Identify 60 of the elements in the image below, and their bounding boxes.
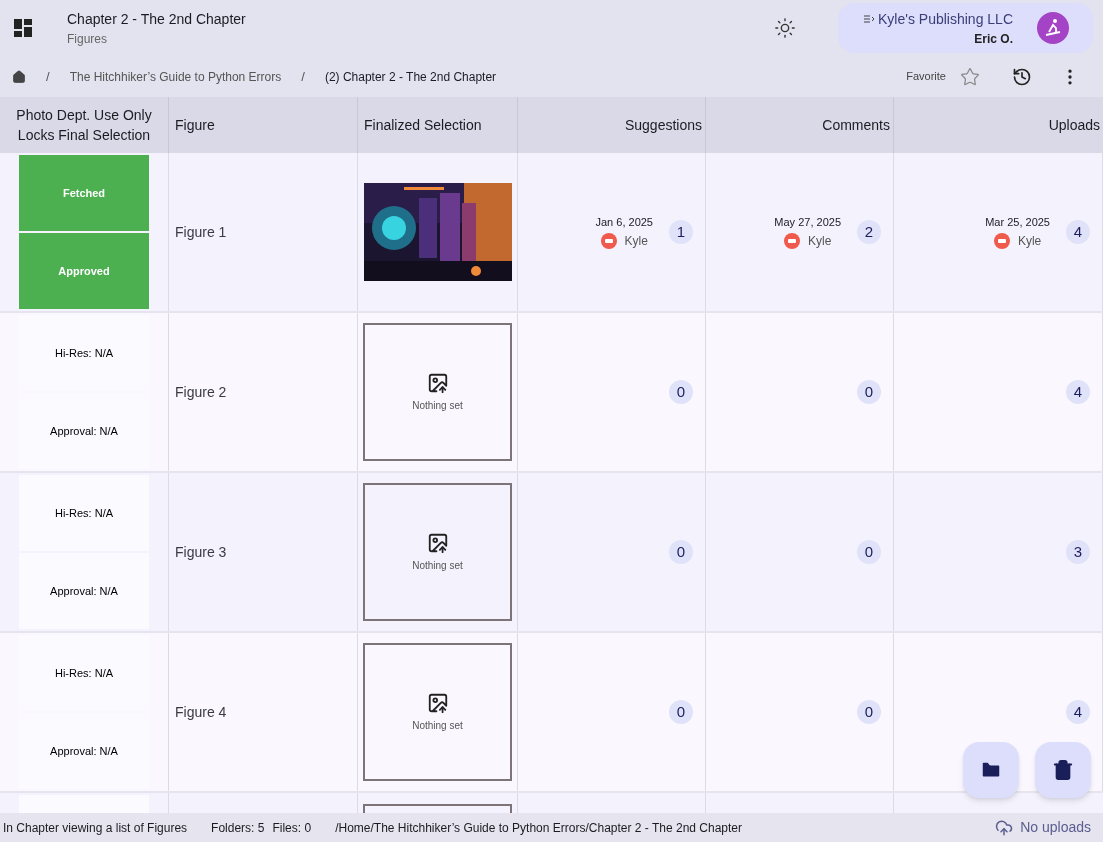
column-header: Uploads	[1048, 116, 1100, 135]
home-icon[interactable]	[12, 69, 26, 84]
last-activity-date: Jan 6, 2025	[595, 214, 653, 230]
status-tile: Hi-Res: N/A	[19, 475, 149, 551]
column-header: Comments	[822, 116, 890, 135]
current-path: /Home/The Hitchhiker’s Guide to Python Errors/Chapter 2 - The 2nd Chapter	[335, 819, 742, 837]
count-badge[interactable]: 4	[1066, 700, 1090, 724]
empty-selection-frame[interactable]: Nothing set	[363, 323, 512, 461]
count-badge[interactable]: 4	[1066, 380, 1090, 404]
company-name: Kyle's Publishing LLC	[878, 9, 1013, 29]
user-name: Kyle	[624, 233, 648, 251]
delete-button[interactable]	[1035, 742, 1091, 798]
user-name: Kyle	[808, 233, 832, 251]
count-badge[interactable]: 3	[1066, 540, 1090, 564]
status-tile: Fetched	[19, 155, 149, 231]
count-badge[interactable]: 0	[669, 540, 693, 564]
new-folder-button[interactable]	[963, 742, 1019, 798]
upload-status: No uploads	[1020, 818, 1091, 837]
column-header: Finalized Selection	[364, 116, 482, 135]
breadcrumb-separator: /	[301, 67, 305, 86]
trash-icon	[1052, 759, 1074, 781]
theme-toggle-icon[interactable]	[774, 17, 796, 39]
status-context: In Chapter viewing a list of Figures	[3, 819, 188, 837]
count-badge[interactable]: 1	[669, 220, 693, 244]
status-tile: Approved	[19, 233, 149, 309]
history-icon[interactable]	[1012, 66, 1032, 87]
breadcrumb-separator: /	[46, 67, 50, 86]
column-header: Suggestions	[624, 116, 702, 135]
file-count: Files: 0	[272, 819, 312, 837]
status-tile: Approval: N/A	[19, 553, 149, 629]
count-badge[interactable]: 4	[1066, 220, 1090, 244]
page-subtitle: Figures	[67, 30, 108, 48]
figure-name: Figure 1	[175, 222, 227, 242]
column-header: Photo Dept. Use Only Locks Final Selection	[15, 106, 153, 145]
column-header: Figure	[175, 116, 215, 135]
skier-avatar-icon	[1037, 12, 1069, 44]
count-badge[interactable]: 0	[857, 380, 881, 404]
page-title: Chapter 2 - The 2nd Chapter	[67, 9, 246, 29]
cloud-upload-icon	[995, 818, 1014, 837]
count-badge[interactable]: 0	[857, 540, 881, 564]
empty-selection-frame[interactable]: Nothing set	[363, 483, 512, 621]
favorite-label: Favorite	[906, 69, 946, 85]
account-panel[interactable]: Kyle's Publishing LLC Eric O.	[838, 3, 1093, 53]
empty-selection-frame[interactable]: Nothing set	[363, 643, 512, 781]
folder-count: Folders: 5	[211, 819, 265, 837]
user-name: Kyle	[1017, 233, 1042, 251]
user-name: Eric O.	[974, 30, 1013, 48]
last-activity-date: Mar 25, 2025	[985, 214, 1050, 230]
breadcrumb-link[interactable]: The Hitchhiker’s Guide to Python Errors	[69, 67, 282, 86]
figure-name: Figure 3	[175, 542, 227, 562]
favorite-star-icon[interactable]	[960, 66, 980, 87]
count-badge[interactable]: 0	[857, 700, 881, 724]
dashboard-icon[interactable]	[14, 19, 32, 37]
figure-name: Figure 4	[175, 702, 227, 722]
menu-lines-icon	[864, 15, 875, 23]
figure-name: Figure 2	[175, 382, 227, 402]
count-badge[interactable]: 2	[857, 220, 881, 244]
count-badge[interactable]: 0	[669, 380, 693, 404]
last-activity-date: May 27, 2025	[774, 214, 841, 230]
count-badge[interactable]: 0	[669, 700, 693, 724]
